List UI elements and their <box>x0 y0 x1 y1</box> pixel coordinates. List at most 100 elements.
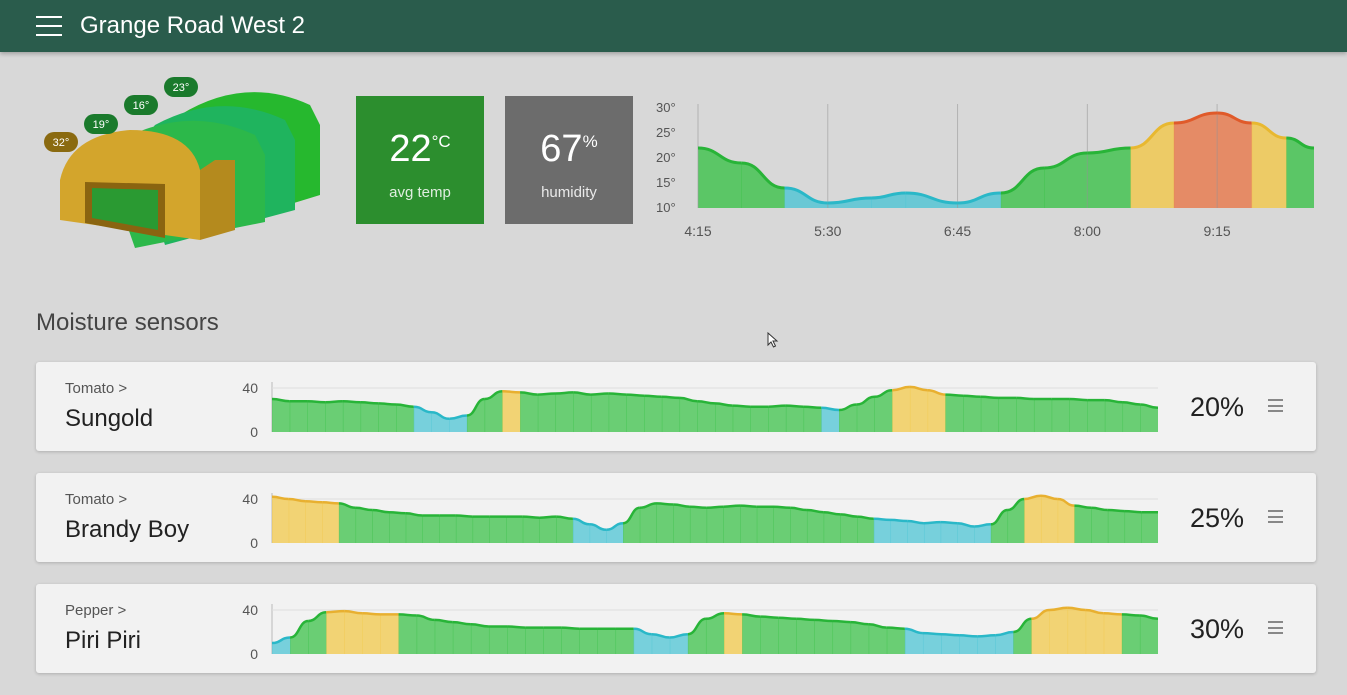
moisture-band <box>922 607 942 654</box>
moisture-band <box>372 495 390 543</box>
moisture-line-segment <box>644 394 662 399</box>
moisture-line-segment <box>773 505 791 510</box>
moisture-sensor-list: Tomato > Sungold 40 0 20% Tomato > Brandy… <box>36 362 1316 695</box>
sensor-card-brandy-boy[interactable]: Tomato > Brandy Boy 40 0 25% <box>36 473 1316 562</box>
moisture-band <box>873 495 892 543</box>
moisture-band <box>857 495 875 543</box>
zone-badge-2[interactable]: 19° <box>84 114 118 134</box>
moisture-band <box>305 495 323 543</box>
moisture-band <box>796 607 815 654</box>
moisture-line-segment <box>1124 509 1142 514</box>
moisture-band <box>740 495 758 543</box>
moisture-chart: 40 0 <box>242 491 1158 549</box>
temp-band <box>1251 113 1287 208</box>
temp-y-tick: 15° <box>656 175 676 190</box>
moisture-band <box>673 495 691 543</box>
moisture-y-tick: 0 <box>250 646 258 660</box>
sensor-category[interactable]: Tomato > <box>65 380 127 397</box>
moisture-band <box>773 495 791 543</box>
sensor-card-piri-piri[interactable]: Pepper > Piri Piri 40 0 30% <box>36 584 1316 673</box>
moisture-band <box>466 386 486 432</box>
moisture-band <box>326 607 345 654</box>
moisture-line-segment <box>941 632 960 637</box>
humidity-value: 67% <box>540 128 598 170</box>
sensor-name: Brandy Boy <box>65 516 190 543</box>
moisture-band <box>803 386 822 432</box>
temp-x-tick: 6:45 <box>944 223 971 239</box>
moisture-band <box>307 386 326 432</box>
moisture-line-segment <box>760 615 779 619</box>
moisture-line-segment <box>886 626 905 630</box>
temp-x-tick: 8:00 <box>1074 223 1101 239</box>
moisture-band <box>1051 386 1070 432</box>
moisture-band <box>874 386 893 432</box>
moisture-band <box>573 386 592 432</box>
moisture-band <box>556 495 574 543</box>
svg-text:19°: 19° <box>93 119 110 131</box>
moisture-line-segment <box>307 399 326 404</box>
moisture-line-segment <box>922 631 942 636</box>
moisture-band <box>389 495 407 543</box>
humidity-tile[interactable]: 67% humidity <box>505 96 633 224</box>
moisture-band <box>732 386 751 432</box>
moisture-line-segment <box>980 395 999 400</box>
temp-band <box>784 113 829 208</box>
more-menu-icon[interactable] <box>1268 399 1283 412</box>
hamburger-menu-icon[interactable] <box>36 16 62 36</box>
moisture-band <box>1104 386 1124 432</box>
zone-badge-4[interactable]: 23° <box>164 77 198 97</box>
moisture-band <box>506 495 524 543</box>
moisture-band <box>977 607 996 654</box>
moisture-band <box>995 607 1014 654</box>
moisture-band <box>520 386 539 432</box>
moisture-band <box>705 607 725 654</box>
moisture-band <box>344 607 363 654</box>
moisture-line-segment <box>724 612 743 616</box>
moisture-band <box>1091 495 1109 543</box>
moisture-line-segment <box>832 619 851 624</box>
moisture-band <box>1049 607 1069 654</box>
moisture-band <box>322 495 340 543</box>
humidity-caption: humidity <box>541 184 597 201</box>
moisture-line-segment <box>322 501 339 505</box>
more-menu-icon[interactable] <box>1268 510 1283 523</box>
moisture-band <box>821 386 840 432</box>
moisture-band <box>644 386 663 432</box>
moisture-line-segment <box>561 626 580 630</box>
sensor-category[interactable]: Pepper > <box>65 602 126 619</box>
temp-band <box>827 113 872 208</box>
temp-x-tick: 9:15 <box>1203 223 1230 239</box>
greenhouse-illustration[interactable]: 32° 19° 16° 23° <box>40 70 330 250</box>
moisture-band <box>452 607 472 654</box>
moisture-line-segment <box>608 392 627 396</box>
moisture-band <box>760 607 779 654</box>
svg-text:32°: 32° <box>53 137 70 149</box>
sensor-name: Sungold <box>65 405 154 432</box>
moisture-line-segment <box>305 499 323 504</box>
moisture-line-segment <box>539 515 557 519</box>
temperature-chart[interactable]: 30° 25° 20° 15° 10° 4:15 5:30 6:45 8:00 9:15 <box>650 96 1316 246</box>
sensor-category[interactable]: Tomato > <box>65 491 127 508</box>
moisture-chart: 40 0 <box>242 602 1159 660</box>
moisture-line-segment <box>890 518 908 523</box>
moisture-band <box>778 607 797 654</box>
svg-text:16°: 16° <box>133 100 150 112</box>
moisture-band <box>974 495 992 543</box>
sensor-card-sungold[interactable]: Tomato > Sungold 40 0 20% <box>36 362 1316 451</box>
moisture-band <box>608 386 627 432</box>
moisture-band <box>380 607 400 654</box>
moisture-line-segment <box>732 404 751 408</box>
moisture-band <box>1031 607 1051 654</box>
moisture-band <box>790 495 808 543</box>
moisture-band <box>416 607 436 654</box>
moisture-band <box>923 495 942 543</box>
avg-temp-tile[interactable]: 22°C avg temp <box>356 96 484 224</box>
avg-temp-value: 22°C <box>389 128 451 170</box>
moisture-band <box>904 607 924 654</box>
moisture-line-segment <box>537 392 556 396</box>
moisture-band <box>1033 386 1053 432</box>
zone-badge-1[interactable]: 32° <box>44 132 78 152</box>
zone-badge-3[interactable]: 16° <box>124 95 158 115</box>
more-menu-icon[interactable] <box>1268 621 1283 634</box>
moisture-line-segment <box>945 393 964 397</box>
